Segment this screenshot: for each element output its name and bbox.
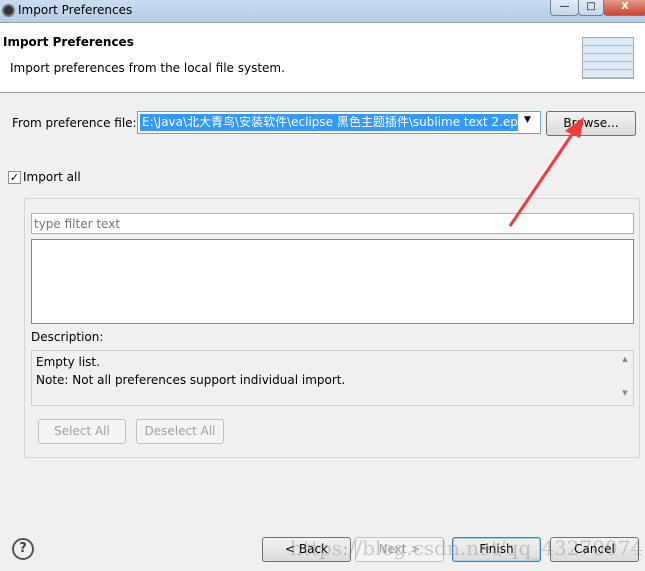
file-label: From preference file:	[12, 116, 137, 130]
deselect-all-button[interactable]: Deselect All	[136, 419, 224, 444]
eclipse-icon	[2, 4, 15, 17]
preferences-list[interactable]	[31, 239, 634, 324]
select-all-button[interactable]: Select All	[38, 419, 126, 444]
file-combo[interactable]: E:\Java\北大青鸟\安装软件\eclipse 黑色主题插件\sublime…	[137, 111, 541, 134]
minimize-button[interactable]: —	[550, 0, 579, 16]
page-description: Import preferences from the local file s…	[10, 61, 285, 75]
finish-button[interactable]: Finish	[452, 537, 541, 562]
window-title: Import Preferences	[18, 3, 133, 17]
dropdown-arrow-icon[interactable]: ▼	[524, 115, 531, 125]
scrollbar[interactable]: ▲ ▼	[617, 351, 633, 405]
filter-input[interactable]	[31, 213, 634, 234]
browse-button[interactable]: Browse...	[546, 111, 636, 136]
table-icon	[582, 37, 634, 79]
description-line-2: Note: Not all preferences support indivi…	[36, 373, 346, 387]
back-button[interactable]: < Back	[262, 537, 351, 562]
import-all-label: Import all	[23, 170, 81, 184]
file-path[interactable]: E:\Java\北大青鸟\安装软件\eclipse 黑色主题插件\sublime…	[140, 114, 518, 131]
cancel-button[interactable]: Cancel	[550, 537, 639, 562]
page-title: Import Preferences	[3, 35, 134, 49]
maximize-button[interactable]: □	[578, 0, 604, 16]
description-box: Empty list. Note: Not all preferences su…	[31, 350, 634, 406]
description-line-1: Empty list.	[36, 355, 100, 369]
help-icon[interactable]: ?	[12, 538, 34, 560]
description-label: Description:	[31, 330, 104, 344]
title-bar: Import Preferences — □ X	[0, 0, 645, 23]
wizard-header: Import Preferences Import preferences fr…	[0, 23, 645, 93]
next-button[interactable]: Next >	[355, 537, 444, 562]
import-all-checkbox[interactable]: ✓	[8, 171, 21, 184]
close-button[interactable]: X	[603, 0, 645, 16]
